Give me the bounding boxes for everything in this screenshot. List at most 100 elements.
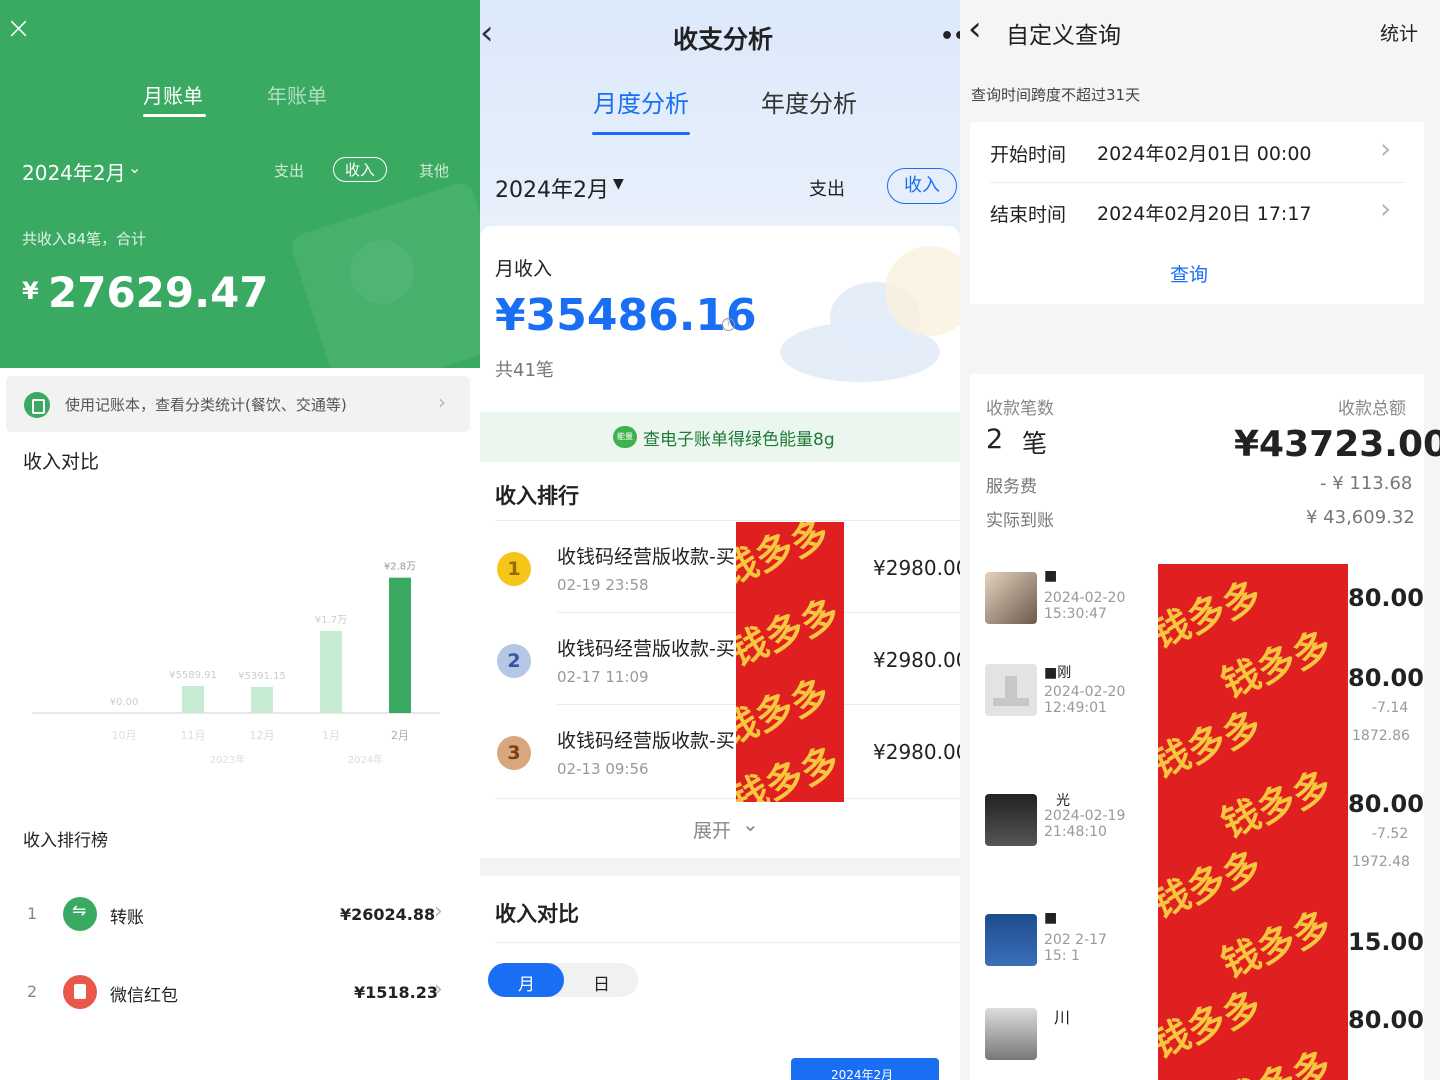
close-icon[interactable]: × <box>6 14 31 44</box>
payer-name: 川 <box>1054 1008 1071 1027</box>
ranking-row-1[interactable]: 1 ⇋ 转账 ¥26024.88 › <box>0 880 480 946</box>
redaction-cover: 钱多多 钱多多 钱多多 钱多多 <box>736 522 844 802</box>
record-date: 2024-02-20 <box>1044 590 1126 606</box>
data-label: ¥1.7万 <box>315 615 347 626</box>
energy-banner[interactable]: 能量 查电子账单得绿色能量8g <box>480 412 960 464</box>
item-amount: ¥2980.00 <box>873 648 960 672</box>
bar-2月[interactable] <box>389 577 411 713</box>
record-time: 15: 1 <box>1044 948 1080 964</box>
tab-yearly-analysis[interactable]: 年度分析 <box>761 84 857 119</box>
ranking-item-1[interactable]: 1 收钱码经营版收款-买 02-19 23:58 ¥2980.00 <box>480 520 960 612</box>
record-time: 21:48:10 <box>1044 824 1107 840</box>
category-amount: ¥1518.23 <box>354 983 439 1002</box>
caret-down-icon[interactable]: ▼ <box>613 176 624 192</box>
back-arrow-icon[interactable]: ‹ <box>480 16 494 50</box>
chevron-down-icon[interactable]: ⌄ <box>742 812 759 836</box>
payer-name: ■ <box>1044 568 1058 584</box>
category-name: 微信红包 <box>110 986 178 1006</box>
period-toggle[interactable]: 月 日 <box>488 963 638 997</box>
income-total: 27629.47 <box>48 268 269 317</box>
avatar <box>985 914 1037 966</box>
year-label: 2024年 <box>348 753 383 766</box>
bar-11月[interactable] <box>182 685 204 713</box>
record-amount: 80.00 <box>1348 584 1424 612</box>
divider <box>495 942 960 943</box>
chevron-right-icon: › <box>434 899 443 924</box>
segment-month[interactable]: 月 <box>488 963 564 997</box>
energy-icon: 能量 <box>613 426 637 448</box>
tick-label: 11月 <box>181 729 206 742</box>
watermark-text: 钱多多 <box>1158 982 1268 1067</box>
record-net: 1872.86 <box>1352 728 1410 744</box>
net-value: ¥ 43,609.32 <box>1306 507 1415 528</box>
watermark-text: 钱多多 <box>1212 1035 1338 1080</box>
bar-1月[interactable] <box>320 630 342 713</box>
energy-text: 查电子账单得绿色能量8g <box>643 430 835 450</box>
filter-income[interactable]: 收入 <box>887 168 957 204</box>
filter-income[interactable]: 收入 <box>333 157 388 182</box>
tab-year-bill[interactable]: 年账单 <box>267 80 327 109</box>
tick-label: 12月 <box>250 729 275 742</box>
month-selector[interactable]: 2024年2月 <box>22 157 126 186</box>
expand-button[interactable]: 展开 <box>693 816 731 843</box>
watermark-text: 钱多多 <box>1158 842 1268 927</box>
item-time: 02-13 09:56 <box>557 760 649 778</box>
ranking-row-2[interactable]: 2 微信红包 ¥1518.23 › <box>0 958 480 1024</box>
rank-badge: 2 <box>497 644 531 678</box>
query-button[interactable]: 查询 <box>1170 260 1208 287</box>
avatar <box>985 1008 1037 1060</box>
tab-month-bill[interactable]: 月账单 <box>143 80 203 109</box>
ledger-icon <box>24 392 50 418</box>
record-fee: -7.14 <box>1372 700 1409 716</box>
filter-other[interactable]: 其他 <box>419 160 449 181</box>
record-amount: 15.00 <box>1348 928 1424 956</box>
bar-12月[interactable] <box>251 686 273 713</box>
data-label: ¥5589.91 <box>169 670 217 681</box>
wechat-bill-panel: × 月账单 年账单 2024年2月 ⌄ 支出 收入 其他 共收入84笔，合计 ¥… <box>0 0 480 1080</box>
query-hint: 查询时间跨度不超过31天 <box>971 86 1141 104</box>
record-time: 12:49:01 <box>1044 700 1107 716</box>
record-amount: 80.00 <box>1348 1006 1424 1034</box>
chevron-down-icon[interactable]: ⌄ <box>128 158 141 177</box>
ranking-item-3[interactable]: 3 收钱码经营版收款-买 02-13 09:56 ¥2980.00 <box>480 704 960 796</box>
ledger-banner[interactable]: 使用记账本，查看分类统计(餐饮、交通等) › <box>6 376 470 432</box>
watermark-text: 钱多多 <box>736 590 844 675</box>
back-arrow-icon[interactable]: ‹ <box>968 12 982 46</box>
decorative-circle <box>350 240 414 304</box>
record-fee: -7.52 <box>1372 826 1409 842</box>
more-icon[interactable]: •• <box>940 24 960 49</box>
category-amount: ¥26024.88 <box>340 905 436 924</box>
start-time-row[interactable]: 开始时间 2024年02月01日 00:00 › <box>970 122 1424 182</box>
month-selector[interactable]: 2024年2月 <box>495 172 609 204</box>
ranking-item-2[interactable]: 2 收钱码经营版收款-买 02-17 11:09 ¥2980.00 <box>480 612 960 704</box>
watermark-text: 钱多多 <box>1215 902 1338 987</box>
help-icon[interactable]: ? <box>722 318 735 331</box>
tooltip-label: 2024年2月 <box>831 1068 894 1080</box>
year-label: 2023年 <box>210 753 245 766</box>
banner-text: 使用记账本，查看分类统计(餐饮、交通等) <box>65 396 347 414</box>
filter-expense[interactable]: 支出 <box>809 175 845 201</box>
record-time: 15:30:47 <box>1044 606 1107 622</box>
avatar <box>985 794 1037 846</box>
item-name: 收钱码经营版收款-买 <box>557 638 735 660</box>
segment-day[interactable]: 日 <box>593 970 610 995</box>
active-tab-indicator <box>143 114 206 117</box>
fee-label: 服务费 <box>986 477 1037 497</box>
tab-monthly-analysis[interactable]: 月度分析 <box>593 84 689 119</box>
ranking-title: 收入排行榜 <box>23 831 108 851</box>
item-name: 收钱码经营版收款-买 <box>557 730 735 752</box>
income-ranking-card: 收入排行 1 收钱码经营版收款-买 02-19 23:58 ¥2980.00 2… <box>480 462 960 858</box>
tick-label: 1月 <box>322 729 340 742</box>
end-time-row[interactable]: 结束时间 2024年02月20日 17:17 › <box>970 182 1424 242</box>
net-label: 实际到账 <box>986 511 1054 531</box>
watermark-text: 钱多多 <box>1158 702 1268 787</box>
stats-link[interactable]: 统计 <box>1380 19 1418 46</box>
filter-expense[interactable]: 支出 <box>274 160 304 181</box>
red-packet-icon <box>63 975 97 1009</box>
item-amount: ¥2980.00 <box>873 740 960 764</box>
divider <box>495 798 960 799</box>
chevron-right-icon: › <box>1380 192 1392 225</box>
end-label: 结束时间 <box>990 204 1067 226</box>
income-summary-card: 月收入 ¥35486.16 ? 共41笔 <box>480 226 960 412</box>
avatar <box>985 664 1037 716</box>
